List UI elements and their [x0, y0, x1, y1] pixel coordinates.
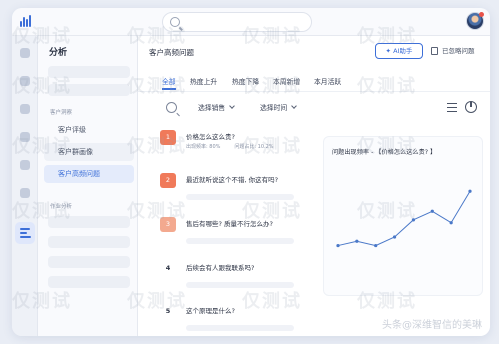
- question-text: 售后有哪些? 质量不行怎么办?: [186, 220, 273, 228]
- series-line: [337, 191, 471, 247]
- pie-chart-icon[interactable]: [465, 101, 477, 113]
- analysis-nav-icon[interactable]: [15, 222, 35, 244]
- data-point[interactable]: [430, 209, 434, 213]
- sales-select-value: 选择销售: [198, 104, 226, 112]
- share-value: 问题占比: 10.2%: [234, 144, 274, 150]
- question-text: 这个原理是什么?: [186, 307, 235, 315]
- placeholder-bar: [186, 238, 294, 244]
- rank-badge: 1: [160, 130, 176, 145]
- rank-badge: 2: [160, 173, 176, 188]
- question-row[interactable]: 5 这个原理是什么?: [160, 302, 300, 336]
- frequency-chart-card: 问题出现频率 - 【价格怎么这么贵? 】: [323, 136, 483, 296]
- ignored-questions-label: 已忽略问题: [442, 47, 475, 55]
- tab-rising[interactable]: 热度上升: [190, 76, 217, 86]
- frequency-value: 出现频率: 80%: [186, 144, 221, 150]
- top-bar: [12, 8, 490, 36]
- filter-search-icon[interactable]: [166, 102, 177, 113]
- search-icon: [170, 17, 180, 27]
- document-icon: [431, 47, 438, 55]
- sidebar-placeholder-bar: [48, 256, 130, 268]
- sidebar-group-label: 客户洞察: [50, 110, 73, 116]
- question-text: 价格怎么这么贵?: [186, 133, 235, 141]
- sidebar-item-customer-rating[interactable]: 客户评级: [44, 121, 134, 139]
- nav-icon-4[interactable]: [20, 132, 30, 142]
- sidebar-item-customer-profile[interactable]: 客户群画像: [44, 143, 134, 161]
- placeholder-bar: [186, 194, 294, 200]
- tab-all[interactable]: 全部: [162, 76, 176, 90]
- nav-icon-2[interactable]: [20, 76, 30, 86]
- sidebar-group-label: 作业分析: [50, 204, 73, 210]
- question-text: 最近就听说这个不错, 你这有吗?: [186, 176, 279, 184]
- chevron-down-icon: [291, 103, 298, 109]
- question-row[interactable]: 4 后续会有人跟我联系吗?: [160, 259, 300, 293]
- sidebar-placeholder-bar: [48, 216, 130, 228]
- ignored-questions-button[interactable]: 已忽略问题: [430, 43, 486, 59]
- app-window: 分析 客户洞察 客户评级 客户群画像 客户高频问题 作业分析 客户高频问题 ✦ …: [12, 8, 490, 336]
- data-point[interactable]: [392, 235, 397, 239]
- nav-icon-3[interactable]: [20, 104, 30, 114]
- icon-rail: [12, 36, 38, 336]
- sidebar-placeholder-bar: [48, 276, 130, 288]
- ai-assistant-button[interactable]: ✦ AI助手: [375, 43, 423, 59]
- data-point[interactable]: [449, 221, 453, 225]
- data-point[interactable]: [411, 218, 416, 222]
- user-avatar[interactable]: [466, 12, 484, 30]
- sidebar-placeholder-bar: [48, 84, 130, 96]
- placeholder-bar: [186, 325, 294, 331]
- home-icon[interactable]: [20, 48, 30, 58]
- nav-icon-6[interactable]: [20, 188, 30, 198]
- data-point[interactable]: [355, 239, 359, 243]
- question-row[interactable]: 1 价格怎么这么贵? 出现频率: 80% 问题占比: 10.2%: [160, 128, 300, 162]
- data-point[interactable]: [374, 243, 378, 248]
- time-select-value: 选择时间: [260, 104, 288, 112]
- sidebar-placeholder-bar: [48, 66, 130, 78]
- rank-badge: 3: [160, 217, 176, 232]
- tab-active-this-month[interactable]: 本月活跃: [314, 76, 341, 86]
- main-content: 客户高频问题 ✦ AI助手 已忽略问题 全部 热度上升 热度下降 本周新增 本月…: [138, 36, 490, 336]
- placeholder-bar: [186, 282, 294, 288]
- sidebar-title: 分析: [49, 48, 68, 58]
- nav-icon-5[interactable]: [20, 160, 30, 170]
- list-view-icon[interactable]: [447, 103, 457, 112]
- ai-assistant-label: AI助手: [393, 47, 413, 55]
- global-search[interactable]: [162, 12, 312, 32]
- watermark-brand: 头条@深维智信的美琳: [382, 320, 482, 331]
- tab-new-this-week[interactable]: 本周新增: [273, 76, 300, 86]
- sidebar-placeholder-bar: [48, 236, 130, 248]
- sparkle-icon: ✦: [385, 47, 394, 55]
- page-title: 客户高频问题: [149, 48, 194, 57]
- tab-falling[interactable]: 热度下降: [232, 76, 259, 86]
- time-select[interactable]: 选择时间: [260, 102, 298, 112]
- frequency-line-chart: [336, 189, 472, 248]
- question-text: 后续会有人跟我联系吗?: [186, 264, 255, 272]
- app-logo-icon[interactable]: [18, 13, 34, 29]
- data-point[interactable]: [468, 189, 472, 193]
- tab-bar: 全部 热度上升 热度下降 本周新增 本月活跃: [138, 74, 490, 92]
- rank-badge: 5: [165, 307, 171, 315]
- sidebar-item-frequent-questions[interactable]: 客户高频问题: [44, 165, 134, 183]
- sales-select[interactable]: 选择销售: [198, 102, 236, 112]
- data-point[interactable]: [336, 243, 340, 248]
- question-row[interactable]: 3 售后有哪些? 质量不行怎么办?: [160, 215, 300, 249]
- analysis-sidebar: 分析 客户洞察 客户评级 客户群画像 客户高频问题 作业分析: [38, 36, 138, 336]
- question-row[interactable]: 2 最近就听说这个不错, 你这有吗?: [160, 171, 300, 205]
- question-meta: 出现频率: 80% 问题占比: 10.2%: [186, 143, 288, 150]
- chevron-down-icon: [229, 103, 236, 109]
- rank-badge: 4: [165, 264, 171, 272]
